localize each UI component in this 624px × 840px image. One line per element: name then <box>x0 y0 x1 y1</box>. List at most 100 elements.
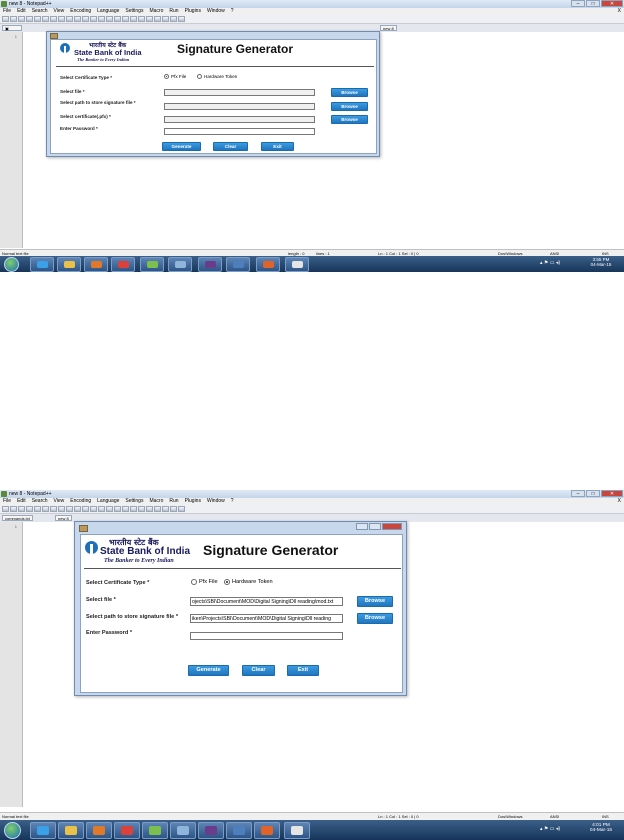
browse-file-button[interactable]: Browse <box>357 596 393 607</box>
dialog-maximize-button[interactable] <box>369 523 381 530</box>
taskbar-eclipse-icon[interactable] <box>198 257 222 272</box>
close-button[interactable]: ✕ <box>601 490 623 497</box>
tray-clock[interactable]: 3:55 PM 04-Mar-15 <box>583 257 619 267</box>
taskbar-notepadpp-icon[interactable] <box>142 822 168 839</box>
select-file-field[interactable] <box>164 89 315 96</box>
minimize-button[interactable]: – <box>571 490 585 497</box>
browse-certificate-button[interactable]: Browse <box>331 115 368 124</box>
taskbar-app-icon[interactable] <box>170 822 196 839</box>
taskbar-explorer-icon[interactable] <box>58 822 84 839</box>
tab-new-8[interactable]: new 8 <box>55 515 72 521</box>
menu-file[interactable]: File <box>3 498 11 505</box>
print-icon[interactable] <box>42 506 49 512</box>
browse-file-button[interactable]: Browse <box>331 88 368 97</box>
start-button[interactable] <box>4 257 19 272</box>
menu-language[interactable]: Language <box>97 8 119 15</box>
zoom-out-icon[interactable] <box>114 16 121 22</box>
menu-file[interactable]: File <box>3 8 11 15</box>
menu-plugins[interactable]: Plugins <box>185 8 201 15</box>
radio-hardware-token[interactable]: Hardware Token <box>197 74 237 79</box>
taskbar-app-icon[interactable] <box>168 257 192 272</box>
exit-button[interactable]: Exit <box>261 142 294 151</box>
menu-run[interactable]: Run <box>169 8 178 15</box>
indent-guide-icon[interactable] <box>138 506 145 512</box>
maximize-button[interactable]: □ <box>586 490 600 497</box>
exit-button[interactable]: Exit <box>287 665 319 676</box>
undo-icon[interactable] <box>74 16 81 22</box>
indent-guide-icon[interactable] <box>138 16 145 22</box>
record-macro-icon[interactable] <box>146 506 153 512</box>
minimize-button[interactable]: – <box>571 0 585 7</box>
tray-icons[interactable]: ▴ ⚑ ▭ ◂) <box>540 826 560 832</box>
play-macro-icon[interactable] <box>162 16 169 22</box>
new-file-icon[interactable] <box>2 506 9 512</box>
sync-icon[interactable] <box>122 506 129 512</box>
tray-clock[interactable]: 4:01 PM 04-Mar-15 <box>583 823 619 833</box>
zoom-out-icon[interactable] <box>114 506 121 512</box>
stop-macro-icon[interactable] <box>154 506 161 512</box>
paste-icon[interactable] <box>66 506 73 512</box>
save-all-icon[interactable] <box>26 16 33 22</box>
generate-button[interactable]: Generate <box>188 665 229 676</box>
menu-encoding[interactable]: Encoding <box>70 498 91 505</box>
paste-icon[interactable] <box>66 16 73 22</box>
radio-pfx-dot[interactable] <box>191 579 197 585</box>
taskbar-firefox-icon[interactable] <box>256 257 280 272</box>
zoom-in-icon[interactable] <box>106 16 113 22</box>
clear-button[interactable]: Clear <box>242 665 275 676</box>
menu-language[interactable]: Language <box>97 498 119 505</box>
save-icon[interactable] <box>18 16 25 22</box>
certificate-field[interactable] <box>164 116 315 123</box>
taskbar-media-player-icon[interactable] <box>84 257 108 272</box>
copy-icon[interactable] <box>58 506 65 512</box>
start-button[interactable] <box>4 822 21 839</box>
menu-help[interactable]: ? <box>231 498 234 505</box>
taskbar-paint-icon[interactable] <box>226 822 252 839</box>
radio-pfx-dot[interactable] <box>164 74 169 79</box>
wrap-icon[interactable] <box>130 16 137 22</box>
menu-close-doc[interactable]: X <box>618 498 621 505</box>
menu-edit[interactable]: Edit <box>17 498 26 505</box>
taskbar-explorer-icon[interactable] <box>57 257 81 272</box>
menu-view[interactable]: View <box>54 8 65 15</box>
spellcheck-icon[interactable] <box>178 16 185 22</box>
sync-icon[interactable] <box>122 16 129 22</box>
save-macro-icon[interactable] <box>170 506 177 512</box>
zoom-in-icon[interactable] <box>106 506 113 512</box>
browse-path-button[interactable]: Browse <box>331 102 368 111</box>
redo-icon[interactable] <box>82 506 89 512</box>
radio-pfx-file[interactable]: Pfx File <box>191 579 218 585</box>
save-all-icon[interactable] <box>26 506 33 512</box>
menu-encoding[interactable]: Encoding <box>70 8 91 15</box>
open-file-icon[interactable] <box>10 506 17 512</box>
menu-run[interactable]: Run <box>169 498 178 505</box>
undo-icon[interactable] <box>74 506 81 512</box>
taskbar-paint-icon[interactable] <box>226 257 250 272</box>
stop-macro-icon[interactable] <box>154 16 161 22</box>
dialog-minimize-button[interactable] <box>356 523 368 530</box>
radio-pfx-file[interactable]: Pfx File <box>164 74 186 79</box>
cut-icon[interactable] <box>50 506 57 512</box>
save-icon[interactable] <box>18 506 25 512</box>
replace-icon[interactable] <box>98 506 105 512</box>
save-macro-icon[interactable] <box>170 16 177 22</box>
taskbar-media-player-icon[interactable] <box>86 822 112 839</box>
radio-hardware-token[interactable]: Hardware Token <box>224 579 273 585</box>
menu-window[interactable]: Window <box>207 498 225 505</box>
browse-path-button[interactable]: Browse <box>357 613 393 624</box>
replace-icon[interactable] <box>98 16 105 22</box>
taskbar-java-icon[interactable] <box>284 822 310 839</box>
menu-macro[interactable]: Macro <box>149 8 163 15</box>
wrap-icon[interactable] <box>130 506 137 512</box>
taskbar-chrome-icon[interactable] <box>114 822 140 839</box>
clear-button[interactable]: Clear <box>213 142 248 151</box>
taskbar-java-icon[interactable] <box>285 257 309 272</box>
menu-close-doc[interactable]: X <box>618 8 621 15</box>
spellcheck-icon[interactable] <box>178 506 185 512</box>
redo-icon[interactable] <box>82 16 89 22</box>
password-field[interactable] <box>190 632 343 640</box>
copy-icon[interactable] <box>58 16 65 22</box>
password-field[interactable] <box>164 128 315 135</box>
menu-search[interactable]: Search <box>32 498 48 505</box>
menu-plugins[interactable]: Plugins <box>185 498 201 505</box>
